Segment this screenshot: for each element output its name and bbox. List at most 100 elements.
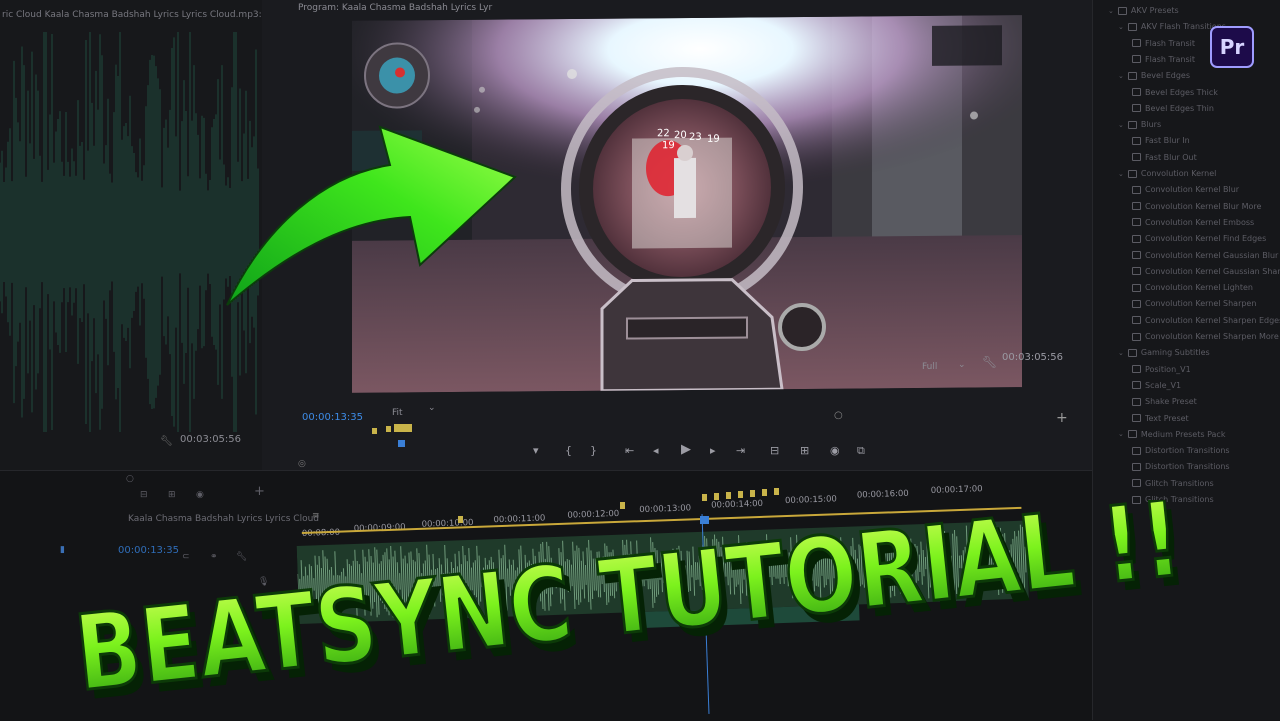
- chevron-down-icon: ⌄: [1118, 72, 1124, 80]
- effects-tree-item[interactable]: Distortion Transitions: [1128, 446, 1230, 455]
- beat-marker[interactable]: [762, 489, 767, 496]
- effects-tree-label: Convolution Kernel Blur More: [1145, 202, 1261, 211]
- preset-icon: [1132, 479, 1141, 487]
- preset-icon: [1132, 55, 1141, 63]
- beat-marker[interactable]: [726, 492, 731, 499]
- effects-tree-label: Fast Blur Out: [1145, 153, 1197, 162]
- zoom-select[interactable]: Fit: [392, 408, 403, 418]
- mark-in-icon[interactable]: {: [565, 444, 572, 457]
- effects-tree-label: Convolution Kernel Gaussian Sharpen: [1145, 267, 1280, 276]
- program-current-time[interactable]: 00:00:13:35: [302, 412, 363, 423]
- preset-icon: [1132, 88, 1141, 96]
- effects-tree-label: Distortion Transitions: [1145, 462, 1230, 471]
- program-tab[interactable]: Program: Kaala Chasma Badshah Lyrics Lyr: [298, 3, 492, 13]
- extract-icon[interactable]: ⊞: [168, 490, 176, 500]
- effects-tree-item[interactable]: Flash Transit: [1128, 39, 1195, 48]
- preset-icon: [1132, 463, 1141, 471]
- thumbnail-title: BEATSYNC TUTORIAL !! BEATSYNC TUTORIAL !…: [60, 500, 1240, 715]
- go-to-out-icon[interactable]: ⇥: [736, 444, 745, 457]
- effects-tree-label: Glitch Transitions: [1145, 479, 1214, 488]
- effects-tree-label: Shake Preset: [1145, 397, 1197, 406]
- wrench-icon[interactable]: 🔧︎: [982, 355, 997, 369]
- effects-tree-item[interactable]: Convolution Kernel Find Edges: [1128, 234, 1266, 243]
- effects-tree-item[interactable]: Flash Transit: [1128, 55, 1195, 64]
- camera-icon[interactable]: ◉: [196, 490, 204, 500]
- step-back-icon[interactable]: ◂: [653, 444, 659, 457]
- beat-marker[interactable]: [714, 493, 719, 500]
- settings-icon[interactable]: ◎: [298, 459, 306, 469]
- effects-tree-item[interactable]: Convolution Kernel Blur More: [1128, 202, 1261, 211]
- source-tab[interactable]: ric Cloud Kaala Chasma Badshah Lyrics Ly…: [0, 10, 264, 26]
- folder-icon: [1128, 23, 1137, 31]
- add-button-icon[interactable]: +: [254, 484, 265, 499]
- wrench-icon[interactable]: 🔧︎: [160, 436, 173, 447]
- effects-tree-item[interactable]: Fast Blur Out: [1128, 153, 1197, 162]
- resolution-select[interactable]: Full: [922, 362, 937, 372]
- effects-tree-item[interactable]: ⌄Blurs: [1118, 120, 1161, 129]
- effects-tree-item[interactable]: Distortion Transitions: [1128, 462, 1230, 471]
- effects-tree-label: Medium Presets Pack: [1141, 430, 1226, 439]
- effects-tree-item[interactable]: Convolution Kernel Sharpen: [1128, 299, 1256, 308]
- lift-icon[interactable]: ⊟: [140, 490, 148, 500]
- effects-tree-item[interactable]: Convolution Kernel Gaussian Blur: [1128, 251, 1278, 260]
- add-marker-icon[interactable]: ▾: [533, 444, 539, 457]
- beat-marker[interactable]: [774, 488, 779, 495]
- beat-marker[interactable]: [738, 491, 743, 498]
- folder-icon: [1128, 72, 1137, 80]
- mark-out-icon[interactable]: }: [590, 444, 597, 457]
- chevron-down-icon[interactable]: ⌄: [428, 403, 436, 413]
- beat-marker[interactable]: [750, 490, 755, 497]
- effects-tree-item[interactable]: ⌄Bevel Edges: [1118, 71, 1190, 80]
- effects-tree-item[interactable]: Fast Blur In: [1128, 136, 1190, 145]
- camera-icon[interactable]: ◉: [830, 444, 840, 457]
- effects-tree-item[interactable]: Convolution Kernel Blur: [1128, 185, 1239, 194]
- effects-tree-label: Flash Transit: [1145, 55, 1195, 64]
- effects-tree-label: Text Preset: [1145, 414, 1189, 423]
- damage-number: 22: [657, 128, 670, 139]
- chevron-down-icon[interactable]: ⌄: [958, 360, 966, 370]
- effects-tree-item[interactable]: Convolution Kernel Sharpen More: [1128, 332, 1279, 341]
- step-forward-icon[interactable]: ▸: [710, 444, 716, 457]
- marker-icon[interactable]: ○: [126, 474, 134, 484]
- effects-tree-item[interactable]: ⌄AKV Presets: [1108, 6, 1179, 15]
- effects-tree-item[interactable]: Glitch Transitions: [1128, 479, 1214, 488]
- marker-icon[interactable]: ○: [834, 410, 843, 421]
- preset-icon: [1132, 333, 1141, 341]
- preset-icon: [1132, 267, 1141, 275]
- preset-icon: [1132, 235, 1141, 243]
- effects-tree-item[interactable]: Convolution Kernel Gaussian Sharpen: [1128, 267, 1280, 276]
- compare-icon[interactable]: ⧉: [857, 444, 865, 458]
- effects-tree-item[interactable]: ⌄ Medium Presets Pack: [1118, 430, 1225, 439]
- chevron-down-icon: ⌄: [1118, 430, 1124, 438]
- effects-tree-label: Convolution Kernel Sharpen Edges: [1145, 316, 1280, 325]
- effects-tree-item[interactable]: Bevel Edges Thick: [1128, 88, 1218, 97]
- effects-tree-item[interactable]: Scale_V1: [1128, 381, 1181, 390]
- folder-icon: [1128, 430, 1137, 438]
- go-to-in-icon[interactable]: ⇤: [625, 444, 634, 457]
- effects-tree-label: Flash Transit: [1145, 39, 1195, 48]
- effects-tree-item[interactable]: Position_V1: [1128, 365, 1191, 374]
- damage-number: 23: [689, 132, 702, 143]
- damage-number: 20: [674, 130, 687, 141]
- preset-icon: [1132, 39, 1141, 47]
- lift-icon[interactable]: ⊟: [770, 444, 779, 457]
- effects-tree-item[interactable]: Bevel Edges Thin: [1128, 104, 1214, 113]
- chevron-down-icon: ⌄: [1118, 349, 1124, 357]
- extract-icon[interactable]: ⊞: [800, 444, 809, 457]
- green-arrow-graphic: [215, 95, 535, 320]
- play-icon[interactable]: ▶: [681, 442, 691, 457]
- effects-tree-item[interactable]: Shake Preset: [1128, 397, 1197, 406]
- preset-icon: [1132, 153, 1141, 161]
- chevron-down-icon: ⌄: [1118, 170, 1124, 178]
- effects-tree-item[interactable]: Convolution Kernel Sharpen Edges: [1128, 316, 1280, 325]
- effects-tree-label: Convolution Kernel Sharpen: [1145, 299, 1256, 308]
- effects-tree-item[interactable]: ⌄Gaming Subtitles: [1118, 348, 1210, 357]
- program-duration: 00:03:05:56: [1002, 352, 1063, 363]
- effects-tree-label: Bevel Edges Thin: [1145, 104, 1214, 113]
- add-button-icon[interactable]: +: [1056, 410, 1068, 426]
- effects-tree-item[interactable]: Text Preset: [1128, 414, 1189, 423]
- preset-icon: [1132, 251, 1141, 259]
- effects-tree-item[interactable]: ⌄Convolution Kernel: [1118, 169, 1216, 178]
- effects-tree-item[interactable]: Convolution Kernel Emboss: [1128, 218, 1254, 227]
- effects-tree-item[interactable]: Convolution Kernel Lighten: [1128, 283, 1253, 292]
